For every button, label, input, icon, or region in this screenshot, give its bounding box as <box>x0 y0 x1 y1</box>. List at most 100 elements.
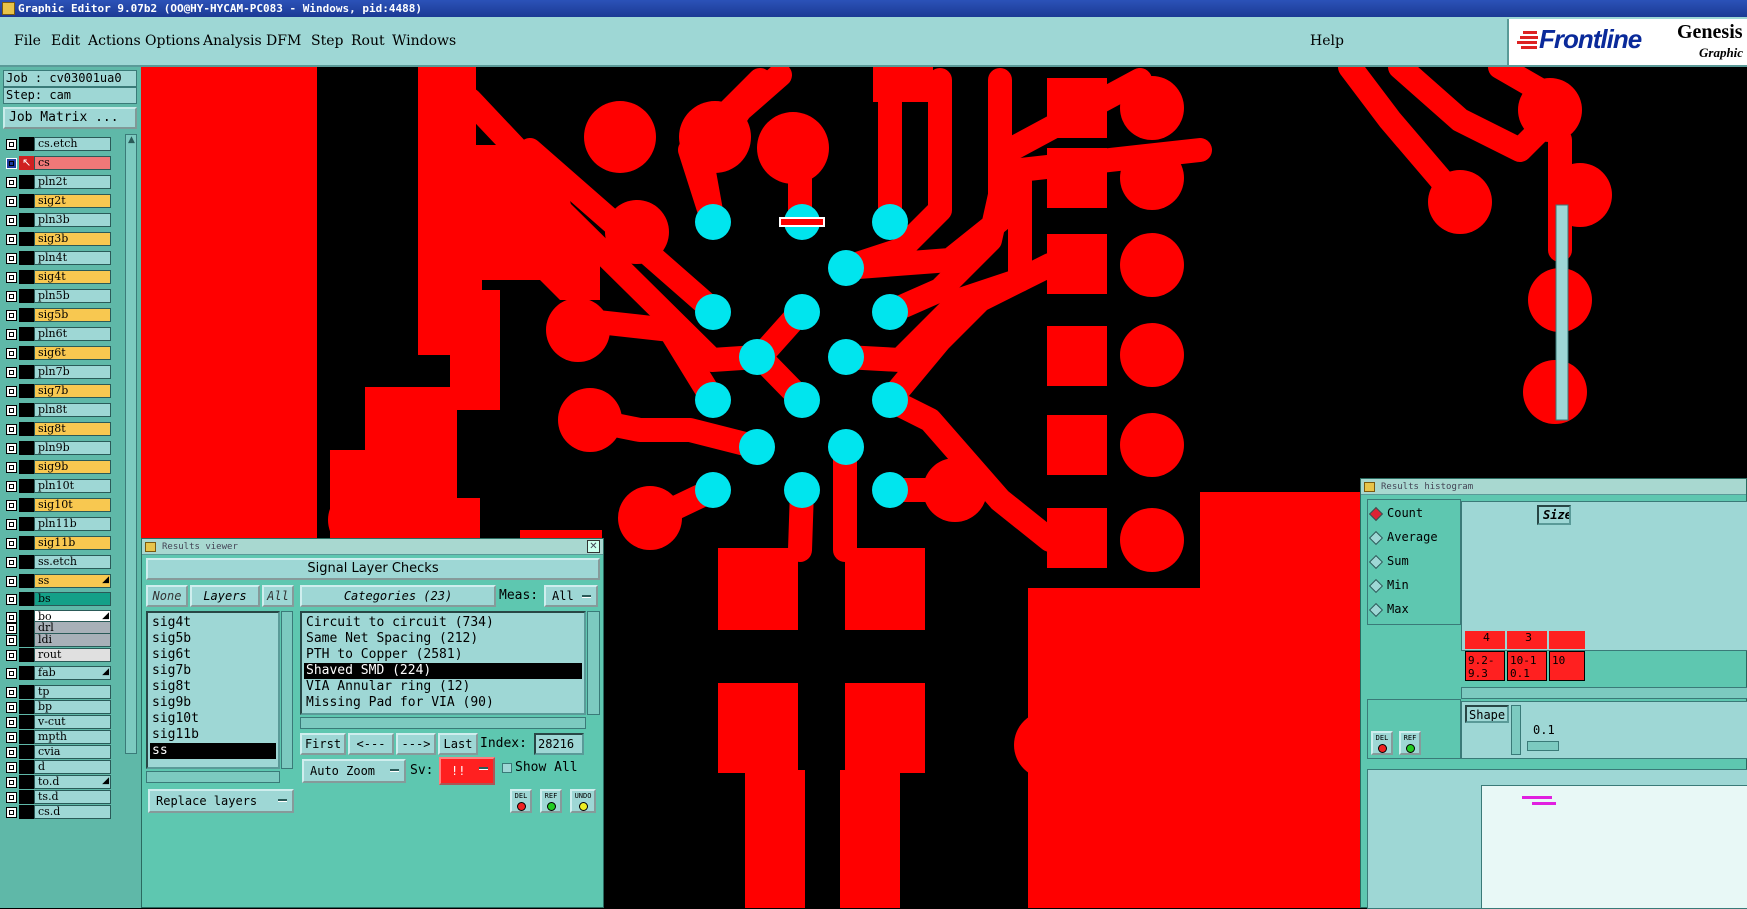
layer-row-pln7b[interactable]: pln7b <box>4 365 112 380</box>
layer-row-sig11b[interactable]: sig11b <box>4 536 112 551</box>
value-slider[interactable] <box>1527 741 1559 751</box>
undo-button[interactable]: UNDO <box>570 789 596 813</box>
layer-visibility-checkbox[interactable] <box>6 777 17 788</box>
layer-row-v-cut[interactable]: v-cut <box>4 715 112 730</box>
close-icon[interactable]: ✕ <box>587 540 600 553</box>
shape-scrollbar[interactable] <box>1511 705 1521 755</box>
show-all-checkbox[interactable] <box>502 763 512 773</box>
radio-diamond-icon[interactable] <box>1368 602 1384 618</box>
menu-options[interactable]: Options <box>145 33 200 49</box>
layer-row-bs[interactable]: bs <box>4 592 112 607</box>
layer-visibility-checkbox[interactable] <box>6 732 17 743</box>
layer-row-pln4t[interactable]: pln4t <box>4 251 112 266</box>
layer-name[interactable]: pln5b <box>34 289 111 303</box>
layer-name[interactable]: mpth <box>34 730 111 744</box>
layer-name[interactable]: sig5b <box>34 308 111 322</box>
layer-row-mpth[interactable]: mpth <box>4 730 112 745</box>
layer-visibility-checkbox[interactable] <box>6 557 17 568</box>
del-button[interactable]: DEL <box>510 789 532 813</box>
layer-row-pln2t[interactable]: pln2t <box>4 175 112 190</box>
layer-visibility-checkbox[interactable] <box>6 386 17 397</box>
layer-row-ts.d[interactable]: ts.d <box>4 790 112 805</box>
layer-visibility-checkbox[interactable] <box>6 762 17 773</box>
hist-ref-button[interactable]: REF <box>1399 731 1421 755</box>
layer-visibility-checkbox[interactable] <box>6 807 17 818</box>
layer-name[interactable]: v-cut <box>34 715 111 729</box>
layer-name[interactable]: ss.etch <box>34 555 111 569</box>
layer-row-ss[interactable]: ss ◢ <box>4 574 112 589</box>
last-button[interactable]: Last <box>438 733 478 755</box>
layer-row-pln5b[interactable]: pln5b <box>4 289 112 304</box>
layer-result-item[interactable]: ss <box>150 743 276 759</box>
layer-name[interactable]: sig10t <box>34 498 111 512</box>
layer-visibility-checkbox[interactable] <box>6 329 17 340</box>
menu-analysis[interactable]: Analysis <box>203 33 262 49</box>
layer-row-sig4t[interactable]: sig4t <box>4 270 112 285</box>
layer-result-item[interactable]: sig11b <box>150 727 276 743</box>
layers-button[interactable]: Layers <box>190 585 260 607</box>
menu-edit[interactable]: Edit <box>51 33 80 49</box>
layer-row-sig9b[interactable]: sig9b <box>4 460 112 475</box>
hist-del-button[interactable]: DEL <box>1371 731 1393 755</box>
app-icon[interactable] <box>2 2 15 15</box>
layer-row-sig8t[interactable]: sig8t <box>4 422 112 437</box>
layer-name[interactable]: ts.d <box>34 790 111 804</box>
layer-row-cs.d[interactable]: cs.d <box>4 805 112 820</box>
layer-visibility-checkbox[interactable] <box>6 272 17 283</box>
menu-windows[interactable]: Windows <box>392 33 456 49</box>
layer-visibility-checkbox[interactable] <box>6 310 17 321</box>
job-matrix-button[interactable]: Job Matrix ... <box>3 107 137 129</box>
layer-visibility-checkbox[interactable] <box>6 519 17 530</box>
layer-name[interactable]: sig7b <box>34 384 111 398</box>
layer-name[interactable]: pln3b <box>34 213 111 227</box>
window-icon[interactable] <box>1364 482 1375 492</box>
layer-name[interactable]: pln10t <box>34 479 111 493</box>
layer-name[interactable]: pln8t <box>34 403 111 417</box>
layer-name[interactable]: cs.d <box>34 805 111 819</box>
histogram-hscrollbar[interactable] <box>1461 687 1747 699</box>
layer-name[interactable]: pln4t <box>34 251 111 265</box>
scroll-up-icon[interactable]: ▲ <box>128 135 135 145</box>
layer-name[interactable]: tp <box>34 685 111 699</box>
layer-result-item[interactable]: sig4t <box>150 615 276 631</box>
category-list[interactable]: Circuit to circuit (734) Same Net Spacing… <box>300 611 586 715</box>
layer-visibility-checkbox[interactable] <box>6 139 17 150</box>
layer-visibility-checkbox[interactable] <box>6 792 17 803</box>
layer-results-list[interactable]: sig4t sig5b sig6t sig7b sig8t sig9b sig10t sig1… <box>146 611 280 769</box>
layer-name[interactable]: sig4t <box>34 270 111 284</box>
layer-name[interactable]: d <box>34 760 111 774</box>
histogram-bin-label[interactable]: 10 <box>1549 651 1585 681</box>
layer-visibility-checkbox[interactable] <box>6 687 17 698</box>
layer-row-sig3b[interactable]: sig3b <box>4 232 112 247</box>
layer-name[interactable]: rout <box>34 648 111 662</box>
radio-diamond-icon[interactable] <box>1368 506 1384 522</box>
layer-row-pln10t[interactable]: pln10t <box>4 479 112 494</box>
layer-visibility-checkbox[interactable] <box>6 443 17 454</box>
layer-name[interactable]: sig8t <box>34 422 111 436</box>
layer-visibility-checkbox[interactable] <box>6 538 17 549</box>
layer-row-cs[interactable]: ↖ cs <box>4 156 112 171</box>
layer-visibility-checkbox[interactable] <box>6 196 17 207</box>
option-min[interactable]: Min <box>1368 577 1409 594</box>
layer-name[interactable]: ss <box>34 574 111 588</box>
layer-name[interactable]: sig11b <box>34 536 111 550</box>
layer-row-cs.etch[interactable]: cs.etch <box>4 137 112 152</box>
layer-row-sig10t[interactable]: sig10t <box>4 498 112 513</box>
layer-name[interactable]: to.d <box>34 775 111 789</box>
layer-result-item[interactable]: sig6t <box>150 647 276 663</box>
option-max[interactable]: Max <box>1368 601 1409 618</box>
menu-file[interactable]: File <box>14 33 41 49</box>
layer-name[interactable]: bp <box>34 700 111 714</box>
layer-list-scrollbar[interactable] <box>281 611 293 769</box>
layer-name[interactable]: ldi <box>34 633 111 647</box>
layer-name[interactable]: sig9b <box>34 460 111 474</box>
layer-name[interactable]: bs <box>34 592 111 606</box>
layer-name[interactable]: sig3b <box>34 232 111 246</box>
category-item[interactable]: Missing Pad for VIA (90) <box>304 695 582 711</box>
layer-row-sig7b[interactable]: sig7b <box>4 384 112 399</box>
layer-list-scrollbar[interactable]: ▲ <box>125 134 137 754</box>
layer-visibility-checkbox[interactable] <box>6 405 17 416</box>
layer-row-d[interactable]: d <box>4 760 112 775</box>
layer-visibility-checkbox[interactable] <box>6 462 17 473</box>
layer-name[interactable]: pln2t <box>34 175 111 189</box>
